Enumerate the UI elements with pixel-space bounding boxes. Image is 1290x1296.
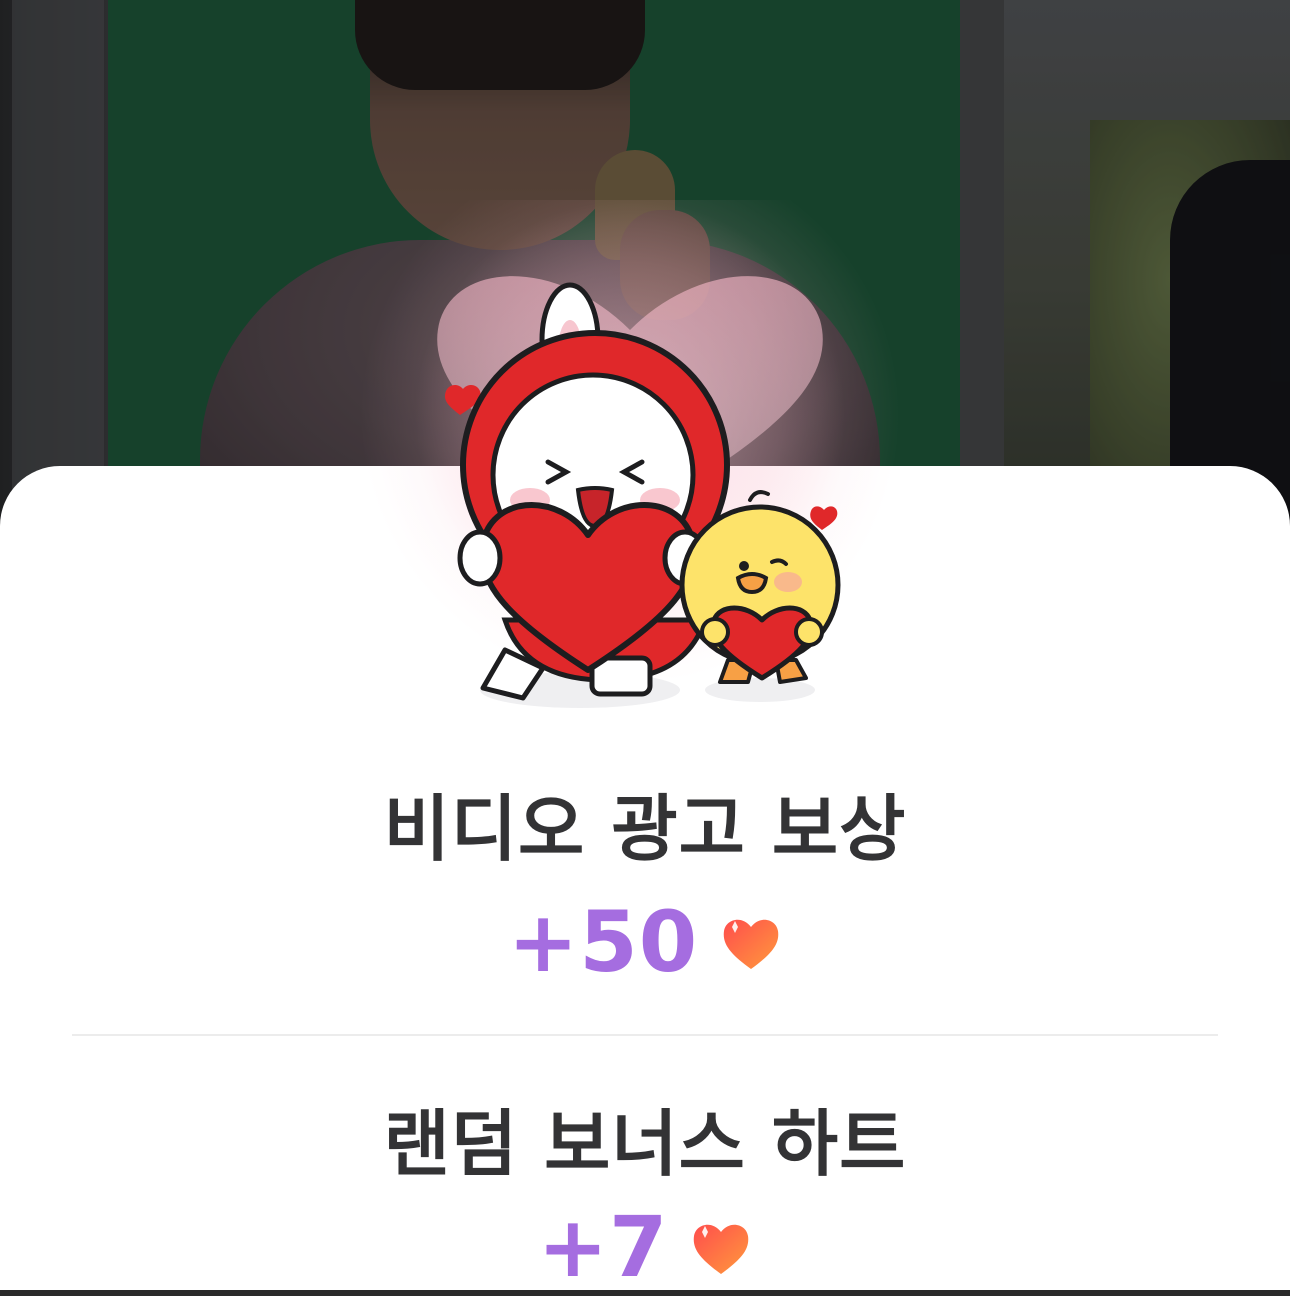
random-bonus-amount: +7 [537, 1198, 669, 1296]
heart-icon [723, 919, 779, 969]
reward-illustration [330, 200, 960, 730]
heart-icon [694, 1224, 749, 1274]
random-bonus-heart-title: 랜덤 보너스 하트 [383, 1102, 907, 1186]
video-ad-reward-title: 비디오 광고 보상 [383, 787, 907, 871]
section-divider [72, 1034, 1218, 1036]
video-ad-reward-amount-row: +50 [0, 900, 1290, 984]
video-ad-reward-amount: +50 [507, 893, 699, 991]
random-bonus-amount-row: +7 [0, 1205, 1290, 1289]
